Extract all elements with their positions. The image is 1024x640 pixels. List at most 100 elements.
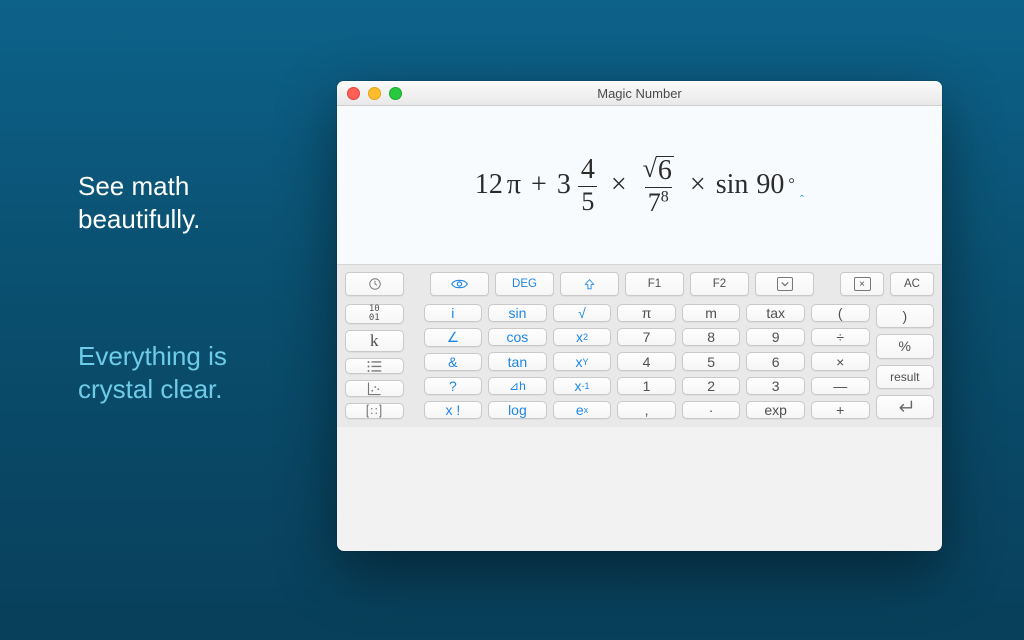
tagline-1-line-1: See math bbox=[78, 171, 189, 201]
ampersand-button[interactable]: & bbox=[424, 353, 483, 371]
konstant-button[interactable]: k bbox=[345, 330, 404, 352]
digit-9-button[interactable]: 9 bbox=[746, 328, 805, 346]
pi-button[interactable]: π bbox=[617, 304, 676, 322]
comma-button[interactable]: , bbox=[617, 401, 676, 419]
tagline-2: Everything is crystal clear. bbox=[78, 340, 227, 405]
digit-7-button[interactable]: 7 bbox=[617, 328, 676, 346]
f1-label: F1 bbox=[648, 278, 661, 290]
exp-button[interactable]: exp bbox=[746, 401, 805, 419]
history-button[interactable] bbox=[345, 272, 404, 296]
binary-icon: 10 01 bbox=[369, 305, 380, 323]
expr-sqrt-arg: 6 bbox=[656, 156, 674, 185]
result-label: result bbox=[890, 370, 919, 384]
right-paren-button[interactable]: ) bbox=[876, 304, 935, 328]
sin-button[interactable]: sin bbox=[488, 304, 547, 322]
reciprocal-button[interactable]: x-1 bbox=[553, 377, 612, 395]
result-button[interactable]: result bbox=[876, 365, 935, 389]
dropdown-button[interactable] bbox=[755, 272, 814, 296]
return-icon bbox=[895, 399, 915, 415]
digit-3-button[interactable]: 3 bbox=[746, 377, 805, 395]
keypad: DEG F1 F2 × AC bbox=[337, 265, 942, 427]
expr-times-2: × bbox=[690, 169, 706, 201]
angle-button[interactable]: ∠ bbox=[424, 328, 483, 347]
keypad-grid: 10 01 k bbox=[345, 304, 934, 419]
clock-icon bbox=[368, 277, 382, 291]
f1-button[interactable]: F1 bbox=[625, 272, 684, 296]
expr-den-exp: 8 bbox=[661, 188, 669, 205]
exp-e-button[interactable]: ex bbox=[553, 401, 612, 419]
tax-button[interactable]: tax bbox=[746, 304, 805, 322]
digit-2-button[interactable]: 2 bbox=[682, 377, 741, 395]
list-button[interactable] bbox=[345, 358, 404, 374]
cos-button[interactable]: cos bbox=[488, 328, 547, 346]
expression: 12 π + 3 4 5 × √ 6 78 bbox=[475, 155, 804, 216]
view-button[interactable] bbox=[430, 272, 489, 296]
triangle-height-button[interactable]: ⊿h bbox=[488, 377, 547, 395]
minus-button[interactable]: — bbox=[811, 377, 870, 395]
amp-label: & bbox=[448, 354, 457, 370]
f2-label: F2 bbox=[713, 278, 726, 290]
shift-up-icon bbox=[583, 278, 596, 291]
percent-button[interactable]: % bbox=[876, 334, 935, 358]
square-button[interactable]: x2 bbox=[553, 328, 612, 346]
window-titlebar[interactable]: Magic Number bbox=[337, 81, 942, 106]
digit-8-button[interactable]: 8 bbox=[682, 328, 741, 346]
digit-6-button[interactable]: 6 bbox=[746, 352, 805, 370]
keypad-top-row: DEG F1 F2 × AC bbox=[345, 272, 934, 298]
cos-label: cos bbox=[507, 329, 529, 345]
imaginary-button[interactable]: i bbox=[424, 304, 483, 322]
binary-mode-button[interactable]: 10 01 bbox=[345, 304, 404, 324]
calculator-window: Magic Number 12 π + 3 4 5 × √ 6 bbox=[337, 81, 942, 551]
digit-1-button[interactable]: 1 bbox=[617, 377, 676, 395]
graph-button[interactable] bbox=[345, 380, 404, 397]
log-button[interactable]: log bbox=[488, 401, 547, 419]
expr-times-1: × bbox=[611, 169, 627, 201]
expression-display[interactable]: 12 π + 3 4 5 × √ 6 78 bbox=[337, 106, 942, 265]
power-button[interactable]: xY bbox=[553, 352, 612, 370]
decimal-button[interactable]: · bbox=[682, 401, 741, 419]
expr-mixed-whole: 3 bbox=[557, 169, 571, 201]
plus-button[interactable]: + bbox=[811, 401, 870, 419]
enter-button[interactable] bbox=[876, 395, 935, 419]
expr-frac-den: 78 bbox=[645, 187, 672, 216]
left-paren-button[interactable]: ( bbox=[811, 304, 870, 322]
tax-label: tax bbox=[766, 305, 785, 321]
pi-label: π bbox=[642, 305, 652, 321]
sqrt-icon: √ 6 bbox=[643, 156, 674, 185]
fact-label: x ! bbox=[445, 402, 460, 418]
digit-5-button[interactable]: 5 bbox=[682, 352, 741, 370]
window-title: Magic Number bbox=[337, 86, 942, 101]
ac-label: AC bbox=[904, 278, 920, 290]
digit-4-button[interactable]: 4 bbox=[617, 352, 676, 370]
expr-frac-num: √ 6 bbox=[640, 155, 677, 187]
chevron-down-icon bbox=[781, 281, 789, 287]
m-label: m bbox=[705, 305, 717, 321]
sqrt-button[interactable]: √ bbox=[553, 304, 612, 322]
sin-label: sin bbox=[508, 305, 526, 321]
expr-big-fraction: √ 6 78 bbox=[640, 155, 677, 216]
f2-button[interactable]: F2 bbox=[690, 272, 749, 296]
expr-coef: 12 bbox=[475, 169, 503, 201]
expr-mixed-fraction: 4 5 bbox=[578, 156, 598, 215]
list-icon bbox=[367, 360, 382, 373]
factorial-button[interactable]: x ! bbox=[424, 401, 483, 419]
expr-mixed-num: 4 bbox=[578, 156, 598, 186]
tagline-2-line-1: Everything is bbox=[78, 341, 227, 371]
memory-button[interactable]: m bbox=[682, 304, 741, 322]
angle-mode-button[interactable]: DEG bbox=[495, 272, 554, 296]
multiply-button[interactable]: × bbox=[811, 352, 870, 370]
help-button[interactable]: ? bbox=[424, 377, 483, 395]
all-clear-button[interactable]: AC bbox=[890, 272, 934, 296]
scatter-plot-icon bbox=[367, 381, 382, 396]
delete-button[interactable]: × bbox=[840, 272, 884, 296]
expr-sin: sin bbox=[716, 169, 749, 201]
log-label: log bbox=[508, 402, 527, 418]
i-label: i bbox=[451, 305, 454, 321]
tan-button[interactable]: tan bbox=[488, 352, 547, 370]
matrix-button[interactable] bbox=[345, 403, 404, 419]
shift-button[interactable] bbox=[560, 272, 619, 296]
divide-button[interactable]: ÷ bbox=[811, 328, 870, 346]
k-label: k bbox=[370, 331, 379, 351]
tagline-1-line-2: beautifully. bbox=[78, 204, 200, 234]
angle-label: ∠ bbox=[447, 329, 460, 346]
